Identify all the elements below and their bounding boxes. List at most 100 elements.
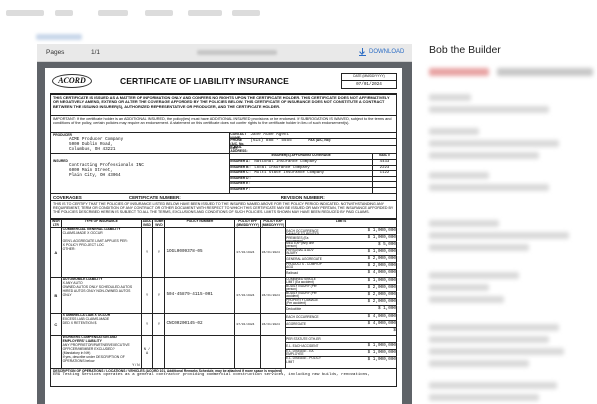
policy-effective: 07/01/2024 [234,313,261,337]
insurer-naic: 2223 [371,165,396,170]
nav-item[interactable] [6,10,44,16]
nav-item[interactable] [188,10,222,16]
limits-cell: PER STATUTE OTH-ER E.L. EACH ACCIDENT $ 1,… [285,335,397,369]
nav-item[interactable] [145,10,173,16]
limit-value: $ 1,000,000 [367,234,396,240]
limit-value: $ 1,000,000 [367,357,396,363]
insurer-naic [371,176,396,181]
acord-logo: ACORD [52,74,92,88]
yes-no-indicator: Y / N [132,362,140,367]
limits-cell: EACH OCCURRENCE $ 1,000,000 DAMAGE TO RENT… [285,227,397,279]
info-text [429,284,489,291]
column-header: POLICY EXP (MM/DD/YYYY) [259,218,287,229]
nav-item[interactable] [232,10,260,16]
limit-value: $ 5,000 [377,241,396,247]
pages-label: Pages [46,49,65,56]
policy-row: WORKERS COMPENSATION AND EMPLOYERS' LIAB… [50,335,397,369]
info-text [429,324,559,331]
insurance-type-line: DED X RETENTION $ [62,321,97,326]
nav-item[interactable] [98,10,128,16]
info-text [429,128,479,135]
insurer-letter: INSURER F : [230,186,251,191]
insurers-cell: INSURER(S) AFFORDING COVERAGE NAIC # INS… [230,154,396,193]
certificate-page: ACORD CERTIFICATE OF LIABILITY INSURANCE… [45,68,402,404]
insurance-type-line: If yes, describe under DESCRIPTION OF OP… [62,354,125,363]
column-header: ADDL INSD [140,218,154,229]
info-text [429,348,564,355]
coverage-text: THIS IS TO CERTIFY THAT THE POLICIES OF … [50,201,397,219]
limit-row: PROPERTY DAMAGE (Per accident) $ 2,000,00… [286,298,396,307]
producer-row: PRODUCER ACME Producer Company 5000 Dubl… [50,133,397,154]
policy-effective: 07/01/2024 [234,227,261,279]
policy-number: 1OGL0009378-05 [164,227,236,279]
limit-name: PRODUCTS - COMP/OP AGG [286,261,322,270]
limits-cell: EACH OCCURRENCE $ 4,000,000 AGGREGATE $ 4,0… [285,313,397,337]
column-header: INSR LTR [50,218,62,229]
top-navigation-bar [0,0,597,30]
info-text [429,272,519,279]
insurer-name: National Insurance Company [254,160,317,164]
insurance-type-line: OTHER: [62,247,76,252]
insurer-letter: B [50,277,62,315]
info-text [429,140,559,147]
policy-rows: A COMMERCIAL GENERAL LIABILITY CLAIMS-MADE… [50,227,397,369]
subrogation-waived: Y [152,227,166,279]
insurer-letter: C [50,313,62,337]
insurer-row: INSURER F : [230,186,396,193]
info-text [429,296,504,303]
column-header: POLICY NUMBER [164,218,236,229]
coverages-bar: COVERAGES CERTIFICATE NUMBER: REVISION N… [50,194,397,201]
document-title: CERTIFICATE OF LIABILITY INSURANCE [120,76,289,86]
limit-value: $ [393,328,396,334]
viewer-toolbar: Pages 1/1 DOWNLOAD [37,44,412,62]
info-text [429,382,557,389]
insurer-letter: INSURER C : [230,170,251,174]
producer-cell: PRODUCER ACME Producer Company 5000 Dubl… [51,133,231,153]
subrogation-waived [152,335,166,369]
insurer-letter: INSURER E : [230,181,251,185]
insurer-letter [50,335,62,369]
revision-number-label: REVISION NUMBER: [280,195,325,200]
policy-effective [234,335,261,369]
insurance-type: X UMBRELLA LIAB X OCCUR EXCESS LIAB CLAIM… [60,313,142,337]
phone-value: (614) 888 - 5555 [250,138,292,143]
limit-value: $ 1,000,000 [367,227,396,233]
document-viewer: Pages 1/1 DOWNLOAD ACORD CERTIFICATE OF … [37,44,412,404]
nav-item[interactable] [55,10,73,16]
insurance-type-line: HIRED AUTOS ONLY NON-OWNED AUTOS ONLY [62,289,131,298]
subrogation-waived: Y [152,277,166,315]
limit-value: $ 2,000,000 [367,255,396,261]
insurer-naic [371,182,396,187]
info-text [429,336,549,343]
insurer-name [254,182,372,187]
column-header: SUBR WVD [152,218,166,229]
limit-name: GENERAL AGGREGATE [286,256,322,261]
limit-name: EACH OCCURRENCE [286,314,319,319]
insurer-naic: 1122 [371,171,396,176]
limit-value: $ 1,000,000 [367,248,396,254]
policy-number: CNC00200145-02 [164,313,236,337]
breadcrumb-link[interactable] [36,34,82,40]
policy-row: CX UMBRELLA LIAB X OCCUR EXCESS LIAB CLAI… [50,313,397,337]
panel-title: Bob the Builder [429,44,501,56]
limit-value: $ 1,000,000 [367,277,396,283]
limit-name: Deductible [286,307,302,311]
info-text [429,360,529,367]
description-box: DESCRIPTION OF OPERATIONS / LOCATIONS / … [50,368,397,387]
policy-expiration: 06/31/2024 [259,313,287,337]
info-text [429,394,539,401]
policy-expiration: 06/31/2024 [259,277,287,315]
info-text [429,94,471,101]
policy-effective: 07/01/2024 [234,277,261,315]
info-text [429,220,499,227]
limit-value: $ 1,000 [377,306,396,312]
producer-line: Columbus, OH 43221 [69,146,116,152]
policy-row: B AUTOMOBILE LIABILITY X ANY AUTO OWNED AUT… [50,277,397,315]
limit-value: $ 2,000,000 [367,284,396,290]
description-text: ERG Testing Services operates as a gener… [53,373,370,378]
additional-insured: Y [140,227,154,279]
limit-row: $ [286,328,396,335]
download-button[interactable]: DOWNLOAD [359,48,404,56]
insurer-name [254,177,372,182]
limit-value: $ 2,000,000 [367,262,396,268]
